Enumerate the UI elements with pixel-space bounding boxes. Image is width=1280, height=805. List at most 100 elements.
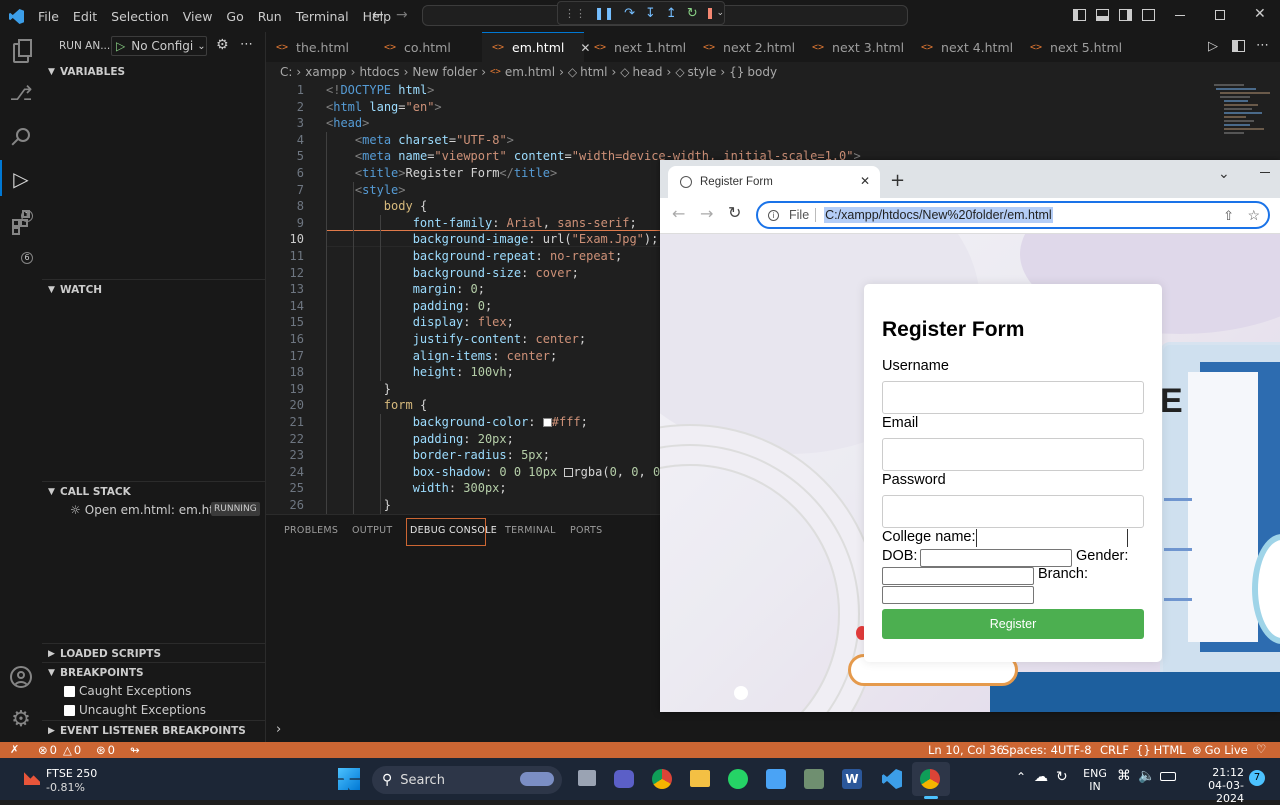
minimap[interactable] bbox=[1212, 82, 1274, 142]
breadcrumb-folder[interactable]: New folder bbox=[412, 65, 477, 79]
back-arrow-icon[interactable]: ← bbox=[672, 204, 685, 223]
loaded-scripts-header[interactable]: ▶ LOADED SCRIPTS bbox=[42, 643, 266, 663]
launch-config-dropdown[interactable]: ▷ No Configi ⌄ bbox=[111, 36, 207, 56]
start-windows-icon[interactable] bbox=[338, 768, 360, 790]
call-stack-header[interactable]: ▼ CALL STACK bbox=[42, 481, 266, 501]
problems-status[interactable]: ⊗ 0 △ 0 bbox=[38, 743, 81, 757]
extensions-icon[interactable] bbox=[0, 202, 42, 244]
chrome-app-icon[interactable] bbox=[920, 769, 940, 789]
breadcrumb-file[interactable]: em.html bbox=[505, 65, 555, 79]
close-icon[interactable]: ✕ bbox=[1254, 6, 1266, 22]
breadcrumb-xampp[interactable]: xampp bbox=[305, 65, 346, 79]
back-arrow-icon[interactable]: ← bbox=[372, 7, 384, 23]
minimize-icon[interactable] bbox=[1175, 15, 1185, 16]
breadcrumb-style[interactable]: style bbox=[688, 65, 717, 79]
url-text[interactable]: C:/xampp/htdocs/New%20folder/em.html bbox=[824, 207, 1053, 223]
restart-icon[interactable]: ↻ bbox=[687, 6, 698, 21]
menu-file[interactable]: File bbox=[38, 9, 59, 24]
store-app-icon[interactable] bbox=[766, 769, 786, 789]
panel-tab-debug-console[interactable]: DEBUG CONSOLE bbox=[410, 525, 497, 536]
vscode-app-icon[interactable] bbox=[882, 769, 902, 789]
panel-tab-terminal[interactable]: TERMINAL bbox=[505, 525, 556, 536]
step-into-icon[interactable]: ↧ bbox=[645, 6, 656, 21]
more-actions-icon[interactable]: ⋯ bbox=[1256, 38, 1269, 53]
close-tab-icon[interactable]: ✕ bbox=[860, 174, 870, 188]
menu-view[interactable]: View bbox=[183, 9, 213, 24]
event-listener-breakpoints-header[interactable]: ▶ EVENT LISTENER BREAKPOINTS bbox=[42, 720, 266, 740]
tab-em-html[interactable]: <> em.html ✕ bbox=[482, 32, 590, 62]
breadcrumb-drive[interactable]: C: bbox=[280, 65, 292, 79]
variables-header[interactable]: ▼ VARIABLES bbox=[42, 62, 266, 82]
search-icon[interactable] bbox=[0, 114, 42, 156]
breakpoints-header[interactable]: ▼ BREAKPOINTS bbox=[42, 662, 266, 682]
maximize-icon[interactable] bbox=[1215, 10, 1225, 20]
grip-icon[interactable]: ⋮⋮ bbox=[564, 7, 586, 20]
caught-exceptions-checkbox[interactable] bbox=[64, 685, 75, 697]
tab-next3-html[interactable]: <> next 3.html bbox=[802, 32, 912, 62]
config-select[interactable]: No Configi bbox=[131, 39, 193, 53]
remote-icon[interactable]: ✗ bbox=[10, 743, 19, 756]
step-out-icon[interactable]: ↥ bbox=[666, 6, 677, 21]
panel-tab-problems[interactable]: PROBLEMS bbox=[284, 525, 338, 536]
file-explorer-icon[interactable] bbox=[690, 770, 710, 787]
more-actions-icon[interactable]: ⋯ bbox=[240, 37, 253, 52]
account-icon[interactable] bbox=[0, 656, 42, 698]
wifi-icon[interactable]: ⌘ bbox=[1117, 768, 1131, 784]
go-live-button[interactable]: ⊛ Go Live bbox=[1192, 743, 1248, 757]
volume-icon[interactable]: 🔈 bbox=[1138, 768, 1155, 784]
menu-go[interactable]: Go bbox=[226, 9, 243, 24]
source-control-icon[interactable]: ⎇ bbox=[0, 72, 42, 114]
customize-layout-icon[interactable] bbox=[1142, 9, 1155, 21]
minimize-icon[interactable] bbox=[1260, 172, 1270, 173]
info-icon[interactable]: i bbox=[768, 209, 779, 221]
menu-run[interactable]: Run bbox=[258, 9, 282, 24]
encoding[interactable]: UTF-8 bbox=[1058, 743, 1092, 757]
sync-icon[interactable]: ↻ bbox=[1056, 769, 1068, 785]
debug-play-icon[interactable]: ↬ bbox=[130, 743, 140, 757]
show-hidden-icons-chevron-icon[interactable]: ⌃ bbox=[1016, 770, 1026, 784]
bookmark-star-icon[interactable]: ☆ bbox=[1247, 207, 1260, 224]
breadcrumb-htdocs[interactable]: htdocs bbox=[359, 65, 399, 79]
open-launch-json-gear-icon[interactable]: ⚙ bbox=[216, 37, 229, 53]
toggle-panel-icon[interactable] bbox=[1096, 9, 1109, 21]
menu-edit[interactable]: Edit bbox=[73, 9, 97, 24]
cursor-position[interactable]: Ln 10, Col 36 bbox=[928, 743, 1004, 757]
gender-input[interactable] bbox=[882, 567, 1034, 585]
new-tab-icon[interactable]: + bbox=[890, 170, 905, 191]
college-input[interactable] bbox=[976, 529, 1128, 547]
menu-selection[interactable]: Selection bbox=[111, 9, 169, 24]
forward-arrow-icon[interactable]: → bbox=[396, 7, 408, 23]
chevron-down-icon[interactable]: ⌄ bbox=[716, 8, 724, 18]
split-editor-icon[interactable] bbox=[1232, 40, 1245, 52]
panel-tab-output[interactable]: OUTPUT bbox=[352, 525, 393, 536]
photos-app-icon[interactable] bbox=[804, 769, 824, 789]
notification-badge[interactable]: 7 bbox=[1249, 770, 1265, 786]
breadcrumb-html[interactable]: html bbox=[580, 65, 607, 79]
toggle-sidebar-icon[interactable] bbox=[1073, 9, 1086, 21]
battery-icon[interactable] bbox=[1160, 772, 1176, 781]
run-debug-icon[interactable]: ▷ bbox=[0, 158, 42, 200]
password-input[interactable] bbox=[882, 495, 1144, 528]
watch-header[interactable]: ▼ WATCH bbox=[42, 279, 266, 299]
meet-app-icon[interactable] bbox=[614, 770, 634, 788]
onedrive-cloud-icon[interactable]: ☁ bbox=[1034, 769, 1048, 785]
email-input[interactable] bbox=[882, 438, 1144, 471]
address-bar[interactable]: i File C:/xampp/htdocs/New%20folder/em.h… bbox=[756, 201, 1270, 229]
uncaught-exceptions-checkbox[interactable] bbox=[64, 704, 75, 716]
breadcrumb-head[interactable]: head bbox=[633, 65, 663, 79]
uncaught-exceptions-row[interactable]: Uncaught Exceptions bbox=[64, 703, 206, 717]
taskbar-search-box[interactable]: ⚲ Search bbox=[372, 766, 562, 794]
reload-icon[interactable]: ↻ bbox=[728, 203, 741, 222]
caught-exceptions-row[interactable]: Caught Exceptions bbox=[64, 684, 191, 698]
clock[interactable]: 21:12 04-03-2024 bbox=[1186, 766, 1244, 805]
ports-status[interactable]: ⊛ 0 bbox=[96, 743, 115, 757]
menu-terminal[interactable]: Terminal bbox=[296, 9, 349, 24]
line-ending[interactable]: CRLF bbox=[1100, 743, 1129, 757]
notifications-bell-icon[interactable]: ♡ bbox=[1256, 742, 1266, 756]
browser-tab[interactable]: Register Form ✕ bbox=[668, 166, 880, 198]
indentation[interactable]: Spaces: 4 bbox=[1002, 743, 1058, 757]
stop-icon[interactable] bbox=[707, 7, 713, 19]
tab-next5-html[interactable]: <> next 5.html bbox=[1020, 32, 1130, 62]
dob-input[interactable] bbox=[920, 549, 1072, 567]
language-indicator[interactable]: ENG IN bbox=[1082, 767, 1108, 793]
